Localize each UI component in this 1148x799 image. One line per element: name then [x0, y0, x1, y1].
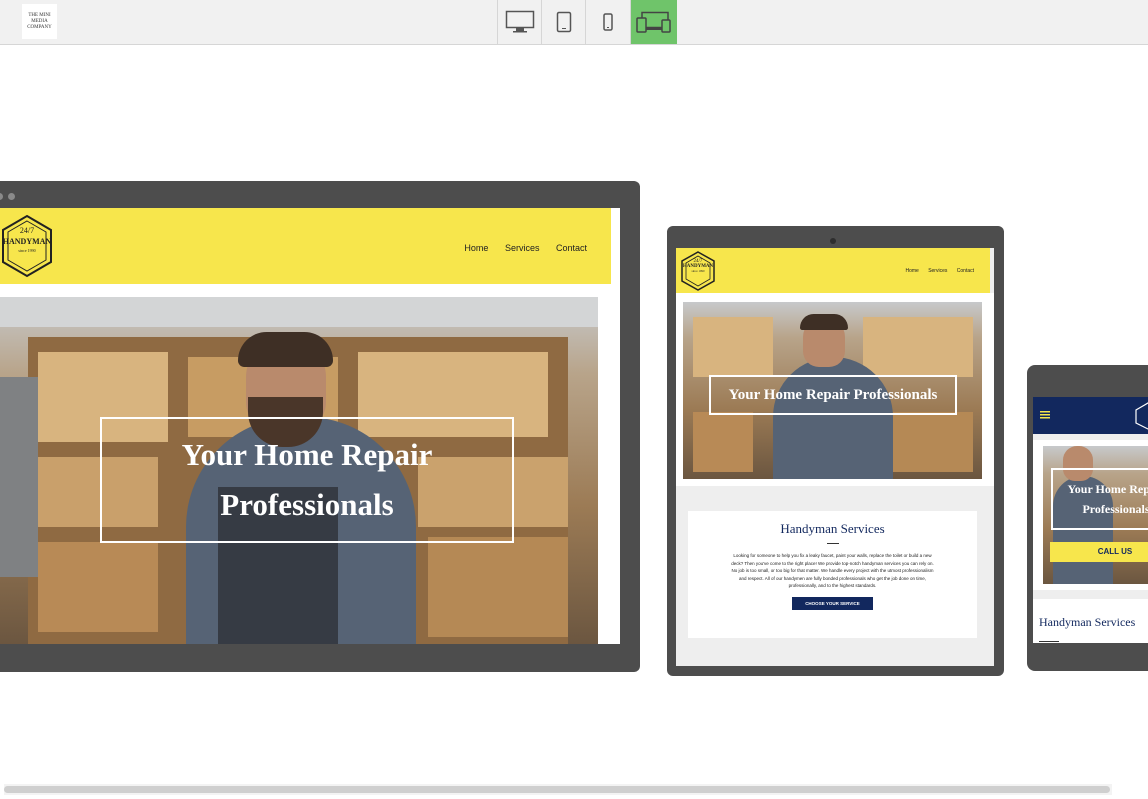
mobile-preview-screen[interactable]: Your Home Repair Professionals CALL US H…: [1033, 397, 1148, 643]
badge-main-text: HANDYMAN: [2, 237, 52, 246]
desktop-preview-frame: 24/7 HANDYMAN since 1990 Home Services C…: [0, 181, 640, 672]
camera-dot: [830, 238, 836, 244]
nav-services[interactable]: Services: [928, 268, 947, 274]
site-header: 24/7 HANDYMAN since 1990 Home Services C…: [676, 248, 990, 293]
hamburger-icon[interactable]: [1040, 411, 1050, 419]
multi-device-icon: [636, 11, 671, 33]
company-logo: THE MINI MEDIA COMPANY: [22, 4, 57, 39]
mobile-view-button[interactable]: [585, 0, 630, 44]
handyman-badge-icon: [1135, 402, 1148, 430]
divider: [826, 543, 839, 544]
mobile-preview-frame: Your Home Repair Professionals CALL US H…: [1027, 365, 1148, 671]
services-body: Looking for someone to help you fix a le…: [731, 553, 934, 588]
hero-image: Your Home Repair Professionals: [683, 302, 982, 479]
hero-title: Your Home Repair Professionals: [100, 417, 514, 543]
all-devices-view-button[interactable]: [630, 0, 677, 44]
desktop-icon: [505, 10, 535, 33]
nav-services[interactable]: Services: [505, 243, 540, 253]
badge-top-text: 24/7: [19, 226, 35, 235]
tablet-view-button[interactable]: [541, 0, 586, 44]
choose-service-button[interactable]: CHOOSE YOUR SERVICE: [792, 596, 873, 610]
mobile-header: [1033, 397, 1148, 434]
nav-contact[interactable]: Contact: [957, 268, 974, 274]
services-card: Handyman Services Looking for someone to…: [688, 511, 977, 638]
nav-home[interactable]: Home: [464, 243, 488, 253]
hero-title: Your Home Repair Professionals: [709, 375, 957, 415]
logo-line2: COMPANY: [27, 24, 52, 30]
site-nav: Home Services Contact: [450, 243, 587, 253]
window-dot: [0, 193, 3, 200]
logo-line1: THE MINI MEDIA: [28, 12, 51, 24]
site-header: 24/7 HANDYMAN since 1990 Home Services C…: [0, 208, 611, 284]
window-dot: [8, 193, 15, 200]
divider: [1039, 641, 1059, 642]
call-us-button[interactable]: CALL US: [1050, 542, 1148, 562]
tablet-preview-frame: 24/7 HANDYMAN since 1990 Home Services C…: [667, 226, 1004, 676]
hero-image: Your Home Repair Professionals CALL US: [1043, 446, 1148, 584]
preview-toolbar: THE MINI MEDIA COMPANY: [0, 0, 1148, 45]
horizontal-scrollbar[interactable]: [4, 784, 1112, 795]
phone-icon: [603, 13, 613, 31]
desktop-view-button[interactable]: [497, 0, 542, 44]
services-title: Handyman Services: [1039, 615, 1136, 629]
desktop-preview-screen[interactable]: 24/7 HANDYMAN since 1990 Home Services C…: [0, 208, 620, 644]
services-title: Handyman Services: [780, 521, 885, 536]
site-nav: Home Services Contact: [905, 268, 974, 274]
badge-since-text: since 1990: [18, 248, 36, 253]
badge-since-text: since 1990: [691, 269, 705, 273]
services-card: Handyman Services: [1033, 599, 1148, 643]
hero-title: Your Home Repair Professionals: [1051, 468, 1148, 530]
hero-image: Your Home Repair Professionals: [0, 297, 598, 644]
tablet-preview-screen[interactable]: 24/7 HANDYMAN since 1990 Home Services C…: [676, 248, 994, 666]
scrollbar-thumb[interactable]: [4, 786, 1110, 793]
nav-home[interactable]: Home: [905, 268, 918, 274]
nav-contact[interactable]: Contact: [556, 243, 587, 253]
tablet-icon: [556, 11, 572, 33]
